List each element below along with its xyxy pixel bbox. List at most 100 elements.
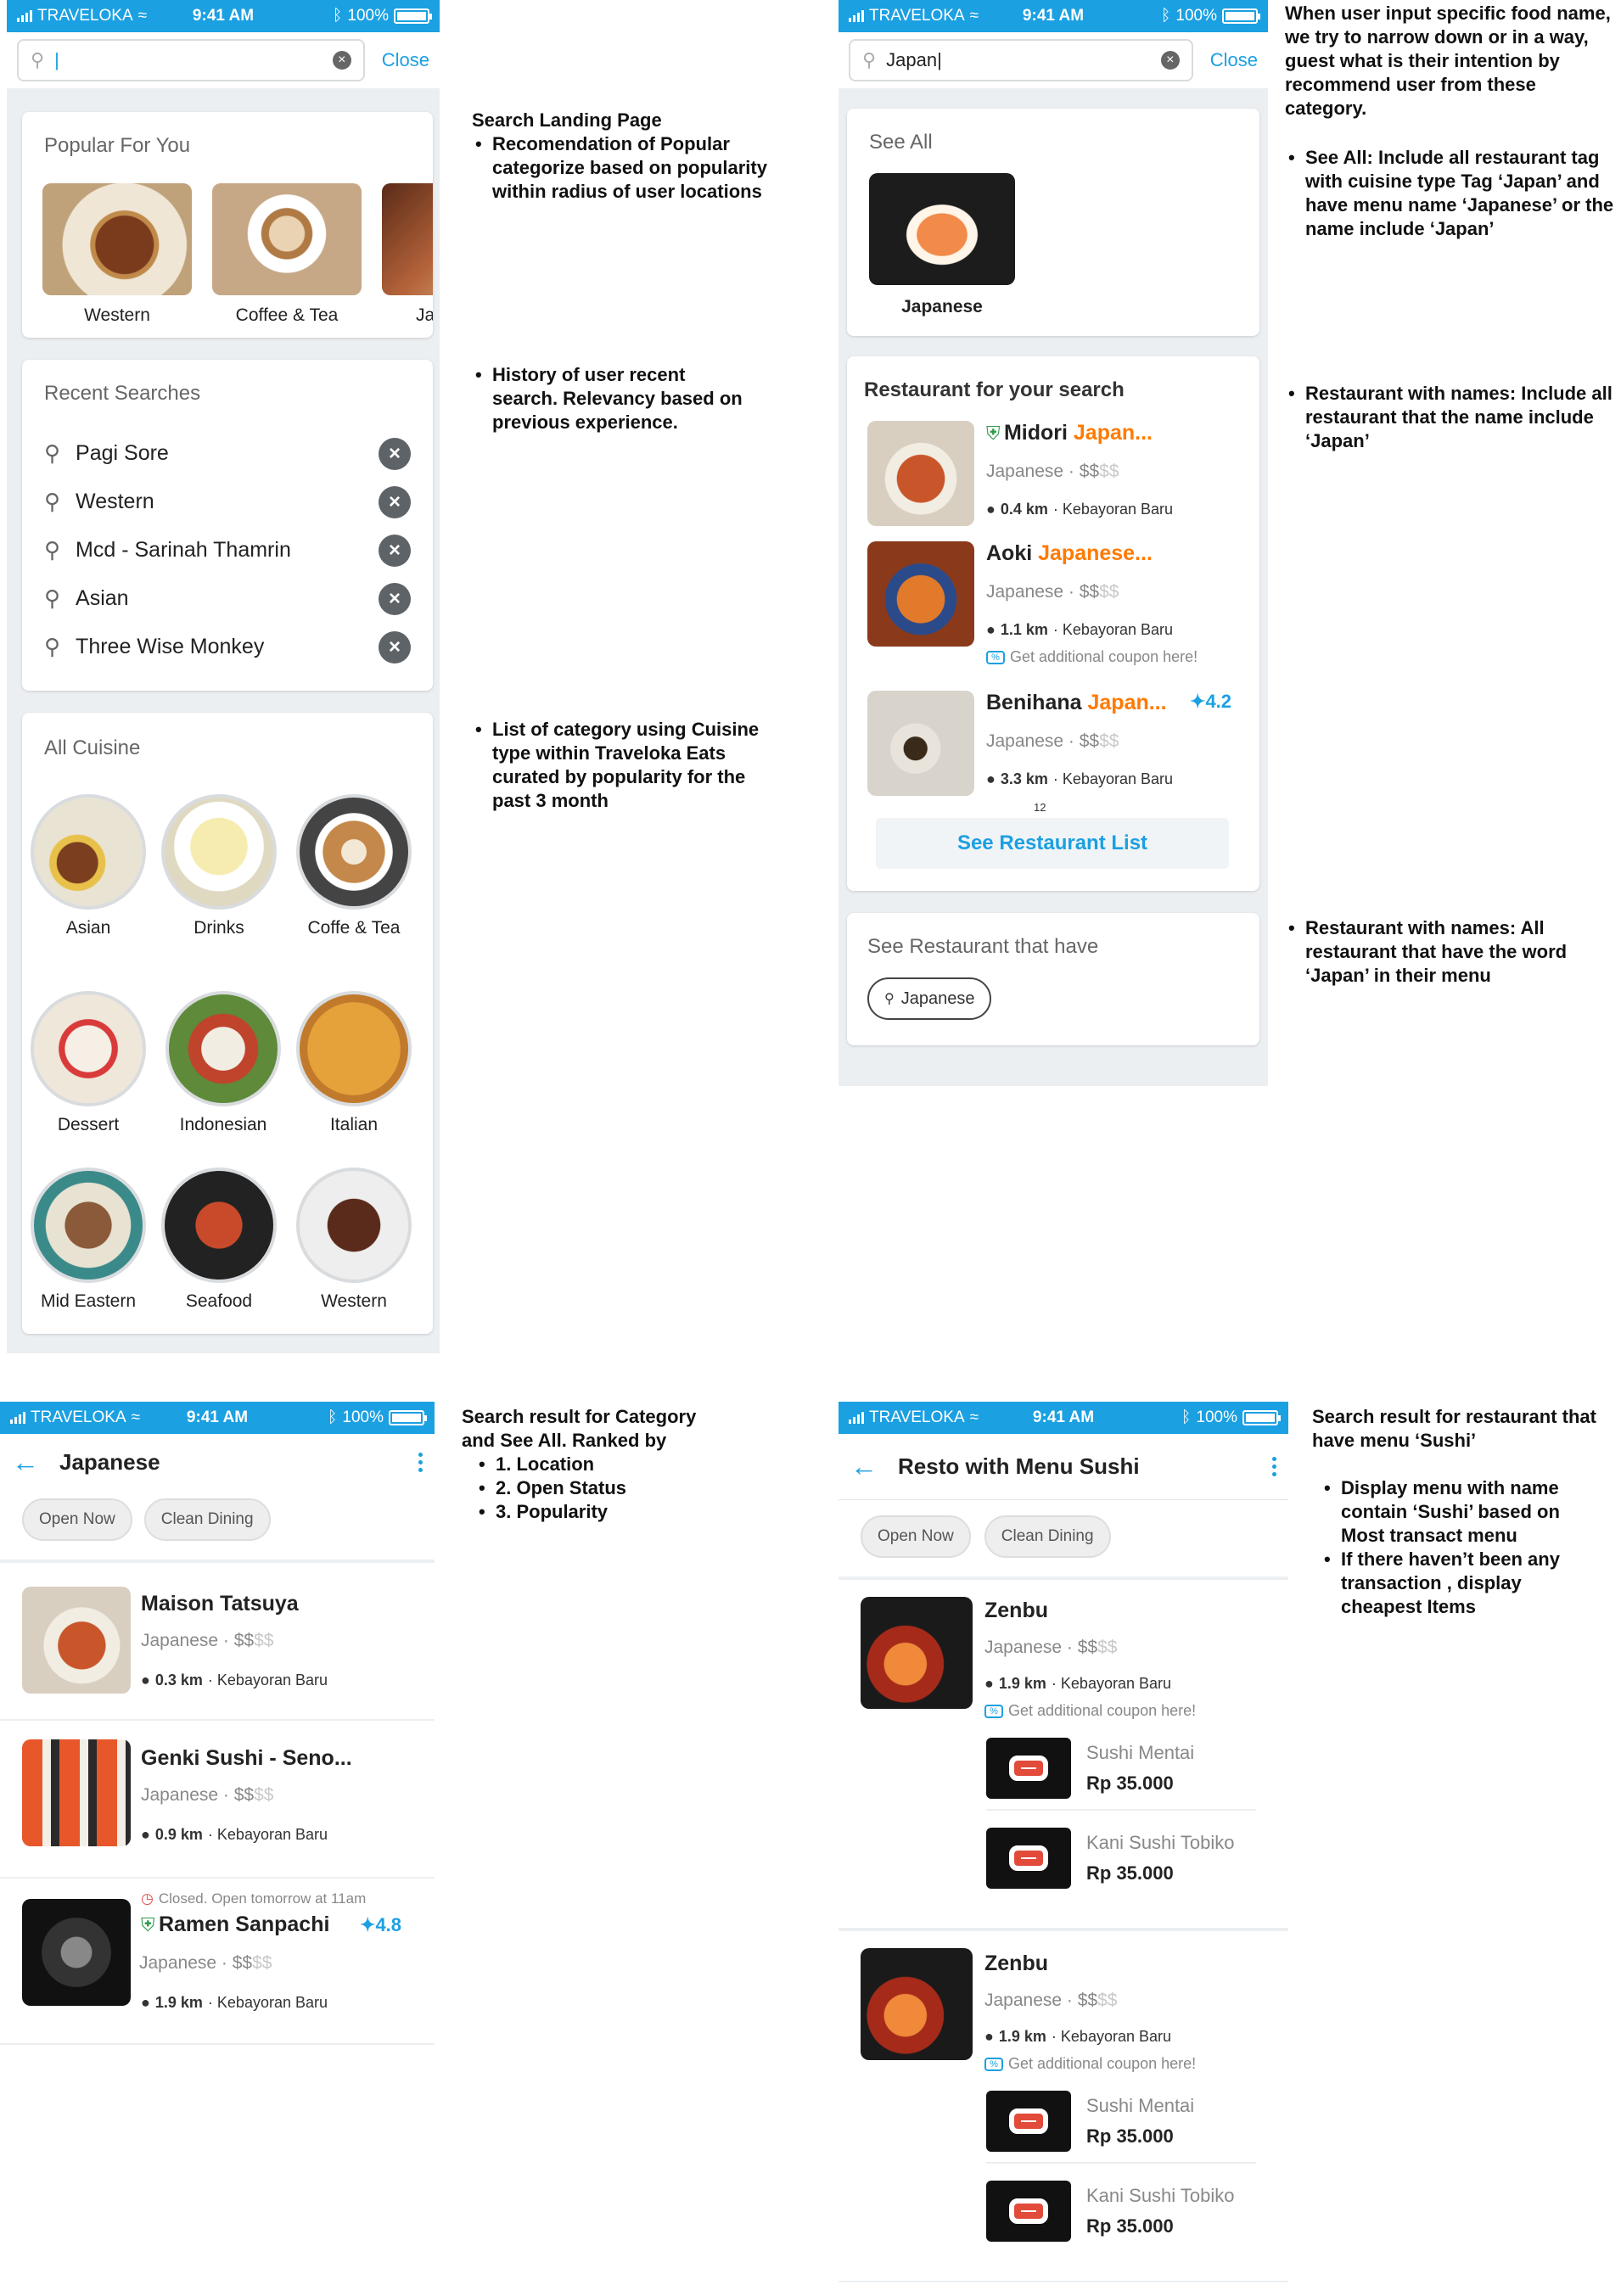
sushi-image — [986, 1738, 1071, 1799]
note-bullet: History of user recent search. Relevancy… — [472, 363, 752, 434]
clear-icon[interactable]: × — [332, 51, 351, 70]
carrier-label: TRAVELOKA — [31, 1408, 126, 1426]
cuisine-item-seafood[interactable]: Seafood — [160, 1168, 278, 1312]
menu-item[interactable]: Kani Sushi Tobiko Rp 35.000 — [986, 1828, 1256, 1889]
clean-dining-chip[interactable]: Clean Dining — [984, 1515, 1111, 1558]
open-now-chip[interactable]: Open Now — [861, 1515, 971, 1558]
restaurant-row[interactable]: Maison Tatsuya Japanese · $$$$ ● 0.3 km ·… — [0, 1563, 435, 1721]
note-bullet: Restaurant with names: Include all resta… — [1285, 382, 1619, 453]
close-button[interactable]: Close — [382, 49, 429, 71]
menu-name: Kani Sushi Tobiko — [1086, 2185, 1235, 2206]
remove-icon[interactable]: × — [379, 630, 411, 664]
wifi-icon: ≈ — [137, 7, 148, 25]
sushi-image — [869, 173, 1015, 285]
cuisine-item-indonesian[interactable]: Indonesian — [160, 991, 287, 1135]
note-see-all: See All: Include all restaurant tag with… — [1285, 146, 1619, 241]
price-dim: $$ — [254, 1785, 274, 1805]
cuisine-item-italian[interactable]: Italian — [290, 991, 418, 1135]
restaurant-item[interactable]: Benihana Japan... ✦4.2 Japanese · $$$$ ●… — [867, 691, 1249, 801]
remove-icon[interactable]: × — [379, 485, 411, 518]
cuisine-price: Japanese · $$ — [141, 1785, 255, 1805]
recent-item[interactable]: ⚲ Asian × — [22, 574, 433, 623]
recent-label: Mcd - Sarinah Thamrin — [76, 538, 291, 562]
more-icon[interactable] — [1272, 1457, 1276, 1476]
distance: 3.3 km — [1000, 770, 1048, 787]
price-dim: $$ — [252, 1953, 272, 1973]
name-highlight: Japan... — [1073, 421, 1153, 445]
clear-icon[interactable]: × — [1160, 51, 1180, 70]
note-menu-result: Search result for restaurant that have m… — [1312, 1405, 1601, 1619]
dessert-image — [31, 991, 146, 1106]
sushi-image — [986, 2181, 1071, 2242]
search-bar: ⚲ Japan| × Close — [839, 32, 1268, 88]
clean-dining-chip[interactable]: Clean Dining — [143, 1498, 271, 1541]
recent-item[interactable]: ⚲ Three Wise Monkey × — [22, 623, 433, 671]
search-input[interactable]: ⚲ Japan| × — [849, 39, 1193, 81]
menu-item[interactable]: Sushi Mentai Rp 35.000 — [986, 2091, 1256, 2164]
popular-item-japanese[interactable]: Ja — [382, 183, 433, 326]
japanese-chip[interactable]: ⚲ Japanese — [867, 977, 992, 1020]
restaurant-image — [861, 1948, 973, 2060]
coupon-row[interactable]: % Get additional coupon here! — [984, 1702, 1196, 1720]
cuisine-price: Japanese · $$ — [984, 1991, 1098, 2010]
cuisine-item-mideastern[interactable]: Mid Eastern — [29, 1168, 148, 1312]
coupon-row[interactable]: % Get additional coupon here! — [984, 2055, 1196, 2073]
note-heading: Search result for Category and See All. … — [462, 1406, 697, 1451]
coupon-row[interactable]: % Get additional coupon here! — [986, 648, 1198, 666]
menu-item[interactable]: Sushi Mentai Rp 35.000 — [986, 1738, 1256, 1811]
see-restaurant-list-button[interactable]: See Restaurant List — [876, 818, 1229, 869]
restaurant-item[interactable]: Aoki Japanese... Japanese · $$$$ ● 1.1 km… — [867, 541, 1249, 677]
recent-item[interactable]: ⚲ Pagi Sore × — [22, 429, 433, 478]
restaurant-image — [861, 1597, 973, 1709]
restaurant-name: ⛨ Midori Japan... — [986, 421, 1153, 445]
more-icon[interactable] — [418, 1452, 423, 1472]
popular-item-western[interactable]: Western — [42, 183, 192, 326]
menu-price: Rp 35.000 — [1086, 1772, 1174, 1794]
remove-icon[interactable]: × — [379, 437, 411, 470]
restaurant-row[interactable]: Zenbu Japanese · $$$$ ● 1.9 km · Kebayora… — [839, 1580, 1288, 1931]
recent-item[interactable]: ⚲ Western × — [22, 478, 433, 526]
popular-label: Ja — [416, 305, 433, 325]
cuisine-item-western[interactable]: Western — [290, 1168, 418, 1312]
restaurant-row[interactable]: Zenbu Japanese · $$$$ ● 1.9 km · Kebayora… — [839, 1931, 1288, 2282]
name-highlight: Japanese... — [1038, 541, 1153, 565]
traveloka-bird-icon: ✦ — [1190, 691, 1206, 712]
restaurant-row[interactable]: Genki Sushi - Seno... Japanese · $$$$ ● 0… — [0, 1721, 435, 1879]
restaurant-location: ● 3.3 km · Kebayoran Baru — [986, 770, 1173, 788]
see-all-item[interactable]: Japanese — [869, 173, 1015, 317]
menu-match-card: See Restaurant that have ⚲ Japanese — [847, 913, 1259, 1045]
cuisine-label: Dessert — [57, 1115, 120, 1134]
clean-dining-icon: ⛨ — [986, 423, 1001, 444]
status-bar: TRAVELOKA ≈ 9:41 AM ᛒ 100% — [0, 1402, 435, 1434]
note-category-result: Search result for Category and See All. … — [462, 1405, 725, 1524]
restaurant-search-title: Restaurant for your search — [864, 378, 1125, 401]
restaurant-row[interactable]: ◷ Closed. Open tomorrow at 11am ⛨ Ramen S… — [0, 1879, 435, 2045]
close-button[interactable]: Close — [1210, 49, 1258, 71]
note-bullet: Restaurant with names: All restaurant th… — [1285, 916, 1619, 988]
search-input[interactable]: ⚲ | × — [17, 39, 365, 81]
search-icon: ⚲ — [31, 49, 45, 70]
cuisine-item-drinks[interactable]: Drinks — [160, 794, 278, 938]
remove-icon[interactable]: × — [379, 534, 411, 567]
cuisine-item-asian[interactable]: Asian — [29, 794, 148, 938]
popular-item-coffee[interactable]: Coffee & Tea — [212, 183, 362, 326]
menu-item[interactable]: Kani Sushi Tobiko Rp 35.000 — [986, 2181, 1256, 2242]
back-arrow-icon[interactable]: ← — [850, 1451, 878, 1482]
note-rank-item: 1. Location — [475, 1453, 725, 1476]
status-bar: TRAVELOKA ≈ 9:41 AM ᛒ 100% — [839, 1402, 1288, 1434]
open-now-chip[interactable]: Open Now — [22, 1498, 132, 1541]
back-arrow-icon[interactable]: ← — [12, 1447, 39, 1478]
restaurant-name: Maison Tatsuya — [141, 1592, 299, 1616]
name-text: Aoki — [986, 541, 1039, 565]
closed-status: ◷ Closed. Open tomorrow at 11am — [141, 1890, 366, 1907]
cuisine-title: All Cuisine — [44, 736, 141, 759]
recent-item[interactable]: ⚲ Mcd - Sarinah Thamrin × — [22, 526, 433, 574]
cuisine-item-dessert[interactable]: Dessert — [29, 991, 148, 1135]
remove-icon[interactable]: × — [379, 582, 411, 615]
pin-icon: ● — [984, 1675, 994, 1692]
note-landing: Search Landing Page Recomendation of Pop… — [472, 109, 811, 204]
cuisine-item-coffee[interactable]: Coffe & Tea — [290, 794, 418, 938]
distance: 1.9 km — [998, 2028, 1046, 2045]
wifi-icon: ≈ — [969, 7, 979, 25]
restaurant-item[interactable]: ⛨ Midori Japan... Japanese · $$$$ ● 0.4 k… — [867, 421, 1249, 531]
